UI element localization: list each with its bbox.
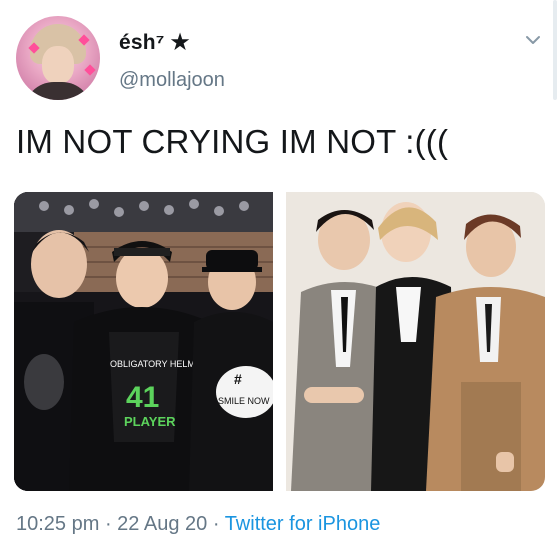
tweet-time[interactable]: 10:25 pm: [16, 513, 99, 535]
tweet-photo-2[interactable]: [286, 192, 545, 491]
meta-separator: ·: [99, 513, 118, 535]
shirt-print-text: OBLIGATORY HELMET: [110, 359, 207, 369]
heart-icon: [84, 64, 96, 76]
shirt-print-text-2: SMILE NOW: [218, 396, 270, 406]
jersey-number: 41: [126, 381, 159, 414]
meta-separator: ·: [207, 513, 225, 535]
avatar[interactable]: [16, 16, 100, 100]
display-name[interactable]: ésh⁷ ★: [119, 30, 190, 55]
tweet-card[interactable]: ésh⁷ ★ @mollajoon IM NOT CRYING IM NOT :…: [0, 0, 560, 560]
tweet-text: IM NOT CRYING IM NOT :(((: [16, 123, 449, 160]
jersey-word: PLAYER: [124, 414, 176, 429]
tweet-photo-1[interactable]: OBLIGATORY HELMET 41 PLAYER # SMILE NOW: [14, 192, 273, 491]
shirt-hashtag: #: [234, 371, 242, 387]
tweet-meta: 10:25 pm · 22 Aug 20 · Twitter for iPhon…: [16, 513, 380, 536]
chevron-down-icon[interactable]: [523, 30, 543, 50]
avatar-shirt: [24, 82, 92, 100]
tweet-source-link[interactable]: Twitter for iPhone: [225, 513, 381, 535]
tweet-media[interactable]: OBLIGATORY HELMET 41 PLAYER # SMILE NOW: [14, 192, 545, 491]
user-handle[interactable]: @mollajoon: [119, 69, 225, 92]
avatar-face: [42, 46, 74, 84]
scrollbar[interactable]: [553, 0, 557, 100]
tweet-date[interactable]: 22 Aug 20: [117, 513, 207, 535]
group-photo-illustration: OBLIGATORY HELMET 41 PLAYER # SMILE NOW: [14, 192, 273, 491]
portrait-photo-illustration: [286, 192, 545, 491]
